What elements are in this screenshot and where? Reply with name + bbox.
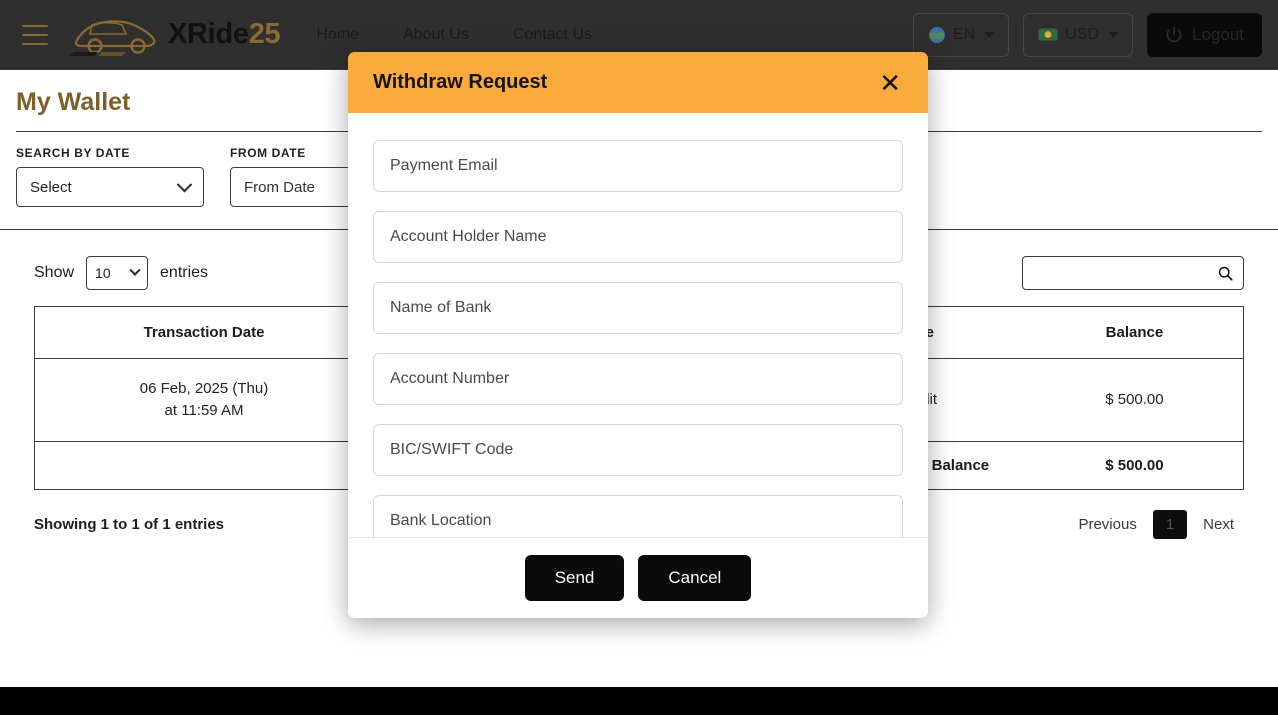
page-size-select[interactable]: 10 [86,256,149,290]
nav-link-home[interactable]: Home [316,26,359,44]
modal-body[interactable] [348,113,928,537]
nav-right-group: EN USD Logout [912,12,1262,57]
pagination-page-1[interactable]: 1 [1152,510,1188,540]
column-balance[interactable]: Balance [1025,306,1244,359]
nav-link-contact-us[interactable]: Contact Us [513,26,592,44]
logout-button[interactable]: Logout [1147,12,1262,57]
chevron-down-icon [176,176,193,192]
bic-swift-code-field[interactable] [373,424,903,476]
payment-email-field[interactable] [373,140,903,192]
globe-icon [928,26,945,43]
hamburger-icon[interactable] [22,24,48,45]
from-date-placeholder: From Date [244,178,315,196]
language-selector[interactable]: EN [912,12,1010,57]
money-icon [1038,28,1058,41]
showing-entries-text: Showing 1 to 1 of 1 entries [34,516,225,534]
power-icon [1166,26,1182,42]
brand-name: XRide [168,18,249,50]
show-label: Show [34,264,75,281]
table-search[interactable] [1022,256,1244,290]
name-of-bank-field[interactable] [373,282,903,334]
currency-label: USD [1065,25,1099,43]
page-footer [0,687,1278,715]
hamburger-bar [22,24,48,27]
cancel-button[interactable]: Cancel [638,555,752,601]
modal-header: Withdraw Request ✕ [348,52,928,113]
withdraw-request-modal: Withdraw Request ✕ Send Cancel [348,52,928,618]
account-number-field[interactable] [373,353,903,405]
brand-suffix: 25 [248,18,281,50]
pagination: Previous 1 Next [1068,510,1244,540]
nav-links: Home About Us Contact Us [316,26,592,44]
page-size-value: 10 [95,265,111,281]
cell-balance: $ 500.00 [1025,358,1244,442]
cell-transaction-date: 06 Feb, 2025 (Thu) at 11:59 AM [34,358,374,442]
chevron-down-icon [984,31,995,38]
account-holder-name-field[interactable] [373,211,903,263]
column-transaction-date[interactable]: Transaction Date [34,306,374,359]
modal-footer: Send Cancel [348,537,928,618]
brand-logo[interactable]: XRide25 [68,12,281,58]
show-entries-group: Show 10 entries [34,256,208,290]
pagination-next[interactable]: Next [1193,510,1244,539]
hamburger-bar [22,33,48,36]
close-icon[interactable]: ✕ [877,70,903,96]
brand-text: XRide25 [168,18,281,51]
total-spacer [35,441,374,490]
modal-title: Withdraw Request [373,71,548,93]
language-label: EN [952,25,976,43]
entries-label: entries [160,264,209,281]
bank-location-field[interactable] [373,495,903,537]
hamburger-bar [22,42,48,45]
filter-search-by-date: SEARCH BY DATE Select [16,146,204,207]
search-by-date-label: SEARCH BY DATE [16,146,130,160]
logout-label: Logout [1192,24,1244,44]
nav-link-about-us[interactable]: About Us [403,26,469,44]
chevron-down-icon [129,264,141,276]
search-icon[interactable] [1218,265,1233,282]
pagination-previous[interactable]: Previous [1068,510,1146,539]
currency-selector[interactable]: USD [1023,12,1133,57]
total-wallet-balance-value: $ 500.00 [1105,456,1164,474]
search-by-date-value: Select [30,178,72,196]
transaction-date-line2: at 11:59 AM [164,401,244,419]
search-by-date-select[interactable]: Select [16,167,204,207]
transaction-date-line1: 06 Feb, 2025 (Thu) [139,380,269,397]
car-logo-icon [70,19,156,56]
search-input[interactable] [1033,264,1218,282]
chevron-down-icon [1108,31,1118,38]
send-button[interactable]: Send [524,555,625,601]
